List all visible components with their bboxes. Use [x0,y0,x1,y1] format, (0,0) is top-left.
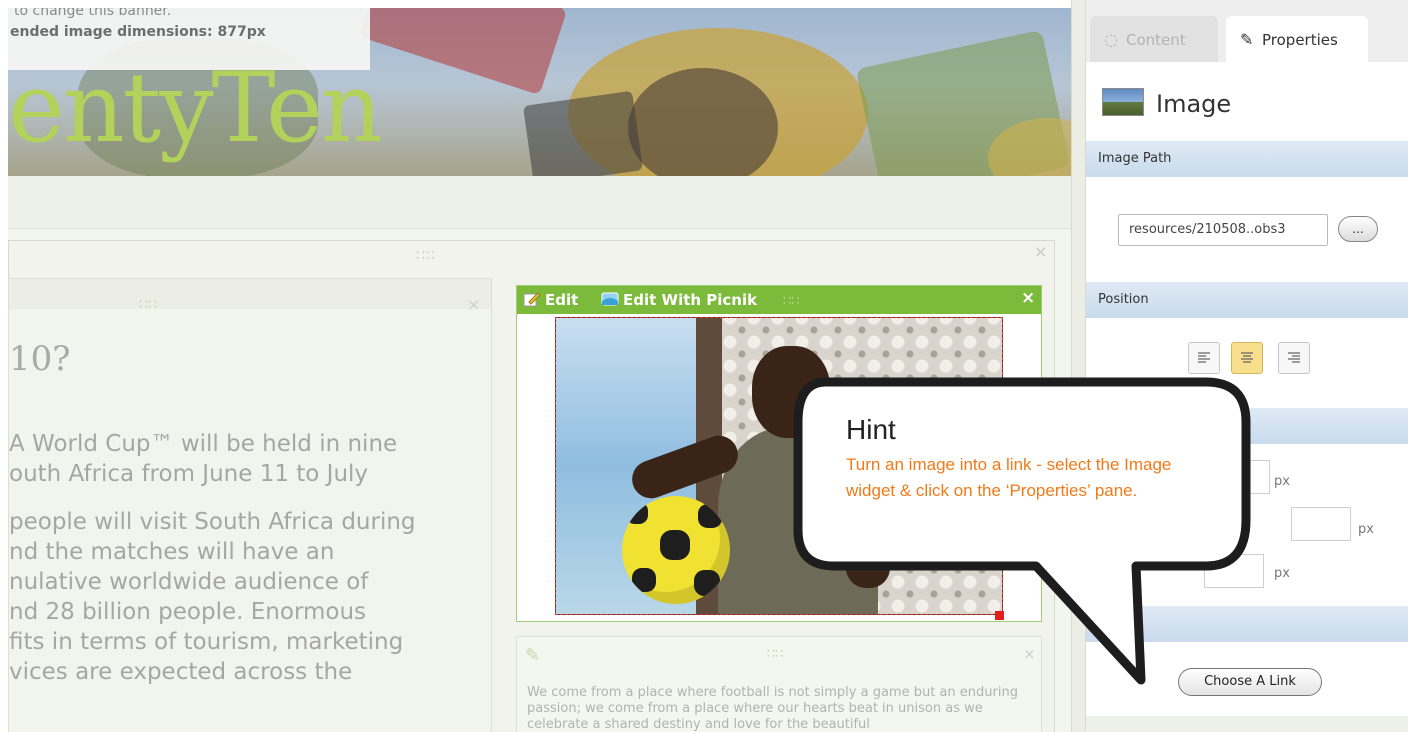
editor-screen: entyTen to change this banner. ended ima… [0,0,1423,732]
layout-row [8,176,1071,229]
tab-label: Content [1126,31,1186,49]
soccer-ball [622,496,730,604]
drag-handle-icon[interactable]: ∷∷ [139,297,157,313]
banner-note: to change this banner. ended image dimen… [8,8,370,70]
tab-content[interactable]: ◌ Content [1090,16,1218,62]
article-body: A World Cup™ will be held in nine outh A… [9,429,499,705]
align-left-icon [1198,352,1210,363]
widget-type-title: Image [1102,88,1231,118]
tab-properties[interactable]: ✎ Properties [1226,16,1368,62]
image-widget-toolbar: Edit Edit With Picnik ∷∷ × [517,286,1041,314]
image-thumbnail-icon [1102,88,1144,116]
line: A World Cup™ will be held in nine [9,431,398,457]
banner-image[interactable]: entyTen to change this banner. ended ima… [8,8,1071,176]
drag-handle-icon[interactable]: ∷∷ [416,248,436,264]
align-right-button[interactable] [1278,342,1310,374]
section-position[interactable]: Position [1086,282,1409,318]
tab-label: Properties [1262,31,1338,49]
widget-toolbar [9,279,491,309]
text-widget[interactable]: ∷∷ × 10? A World Cup™ will be held in ni… [8,278,492,732]
content-icon: ◌ [1104,30,1118,49]
align-right-icon [1288,352,1300,363]
hint-text: Turn an image into a link - select the I… [846,455,1172,500]
hint-title: Hint [846,414,896,445]
close-icon[interactable]: × [1034,242,1047,261]
line: nd the matches will have an [9,539,335,565]
line: nulative worldwide audience of [9,569,369,595]
px-unit-label: px [1274,566,1290,581]
paragraph: people will visit South Africa during nd… [9,507,499,687]
pencil-icon: ✎ [1240,30,1254,49]
edit-button[interactable]: Edit [523,290,578,310]
article-heading: 10? [9,339,71,379]
align-center-icon [1241,352,1253,363]
close-icon[interactable]: × [1021,288,1035,308]
edit-label: Edit [545,291,579,309]
drag-handle-icon[interactable]: ∷∷ [767,647,784,662]
line: nd 28 billion people. Enormous [9,599,367,625]
banner-note-line2: ended image dimensions: 877px [10,24,266,40]
edit-with-picnik-button[interactable]: Edit With Picnik [601,290,757,310]
panel-scrollbar[interactable] [1408,0,1423,732]
px-unit-label: px [1274,474,1290,489]
banner-title: entyTen [8,52,383,164]
edit-with-picnik-label: Edit With Picnik [623,291,758,309]
close-icon[interactable]: × [467,295,480,314]
browse-button[interactable]: ... [1338,216,1378,242]
image-path-input[interactable]: resources/210508..obs3 [1118,214,1328,246]
px-unit-label: px [1358,522,1374,537]
line: people will visit South Africa during [9,509,416,535]
drag-handle-icon[interactable]: ∷∷ [783,294,800,309]
line: vices are expected across the [9,659,353,685]
section-image-path[interactable]: Image Path [1086,141,1409,177]
pencil-icon[interactable]: ✎ [525,645,540,666]
banner-note-line1: to change this banner. [14,8,172,19]
line: outh Africa from June 11 to July [9,461,369,487]
section-header[interactable] [1086,716,1409,732]
offset-input[interactable] [1291,507,1351,541]
picnik-icon [601,292,619,306]
paragraph: A World Cup™ will be held in nine outh A… [9,429,499,489]
panel-tabs: ◌ Content ✎ Properties [1086,0,1409,62]
widget-type-label: Image [1156,90,1232,118]
pencil-icon [523,292,541,307]
line: fits in terms of tourism, marketing [9,629,404,655]
